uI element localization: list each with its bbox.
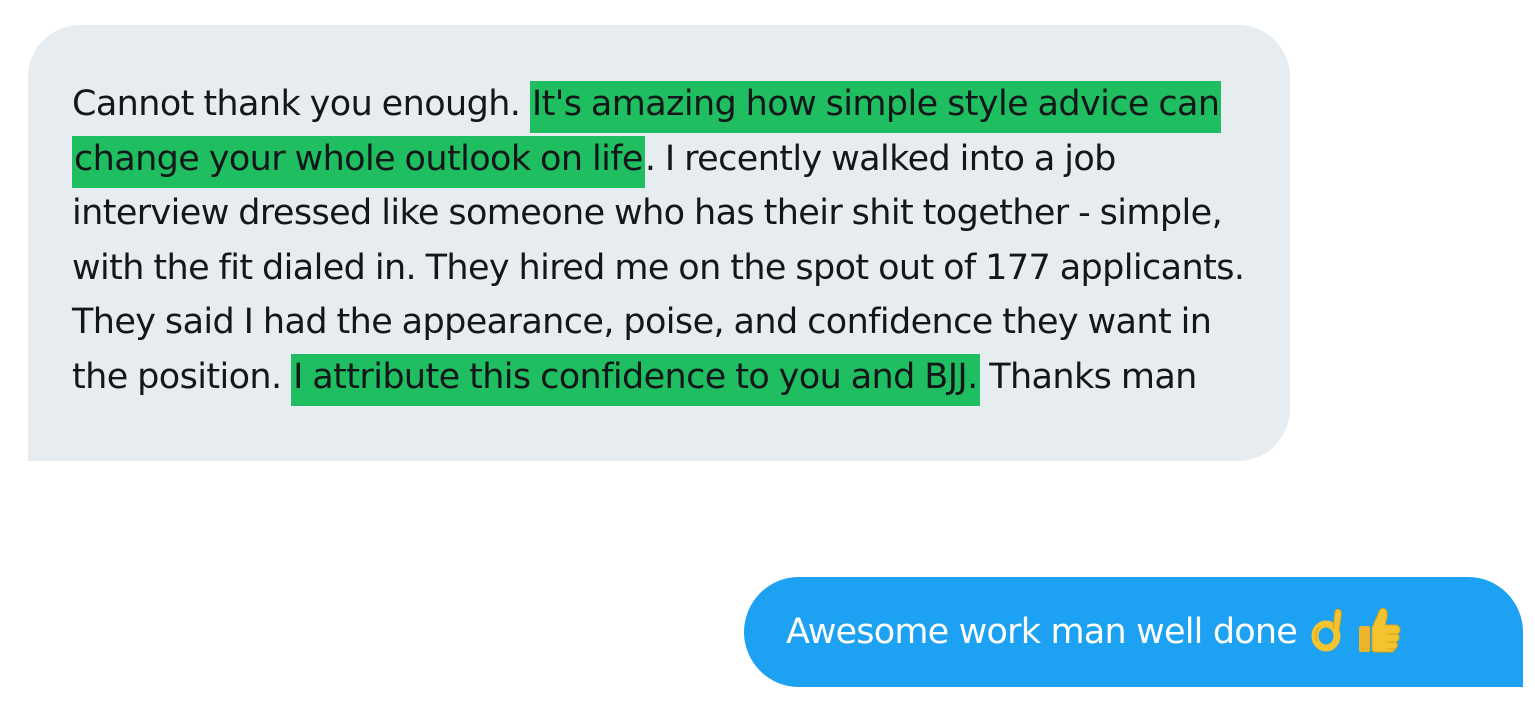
sent-message-text: Awesome work man well done (786, 612, 1298, 652)
received-message-bubble: Cannot thank you enough. It's amazing ho… (28, 25, 1290, 461)
received-message-text: Cannot thank you enough. It's amazing ho… (72, 77, 1254, 406)
message-segment: Thanks man (979, 356, 1197, 397)
message-segment: Cannot thank you enough. (72, 84, 530, 124)
sent-message-bubble: Awesome work man well done (744, 577, 1523, 687)
highlighted-segment: I attribute this confidence to you and B… (291, 353, 980, 406)
ok-hand-icon (1311, 607, 1347, 657)
thumbs-up-icon (1357, 606, 1401, 658)
